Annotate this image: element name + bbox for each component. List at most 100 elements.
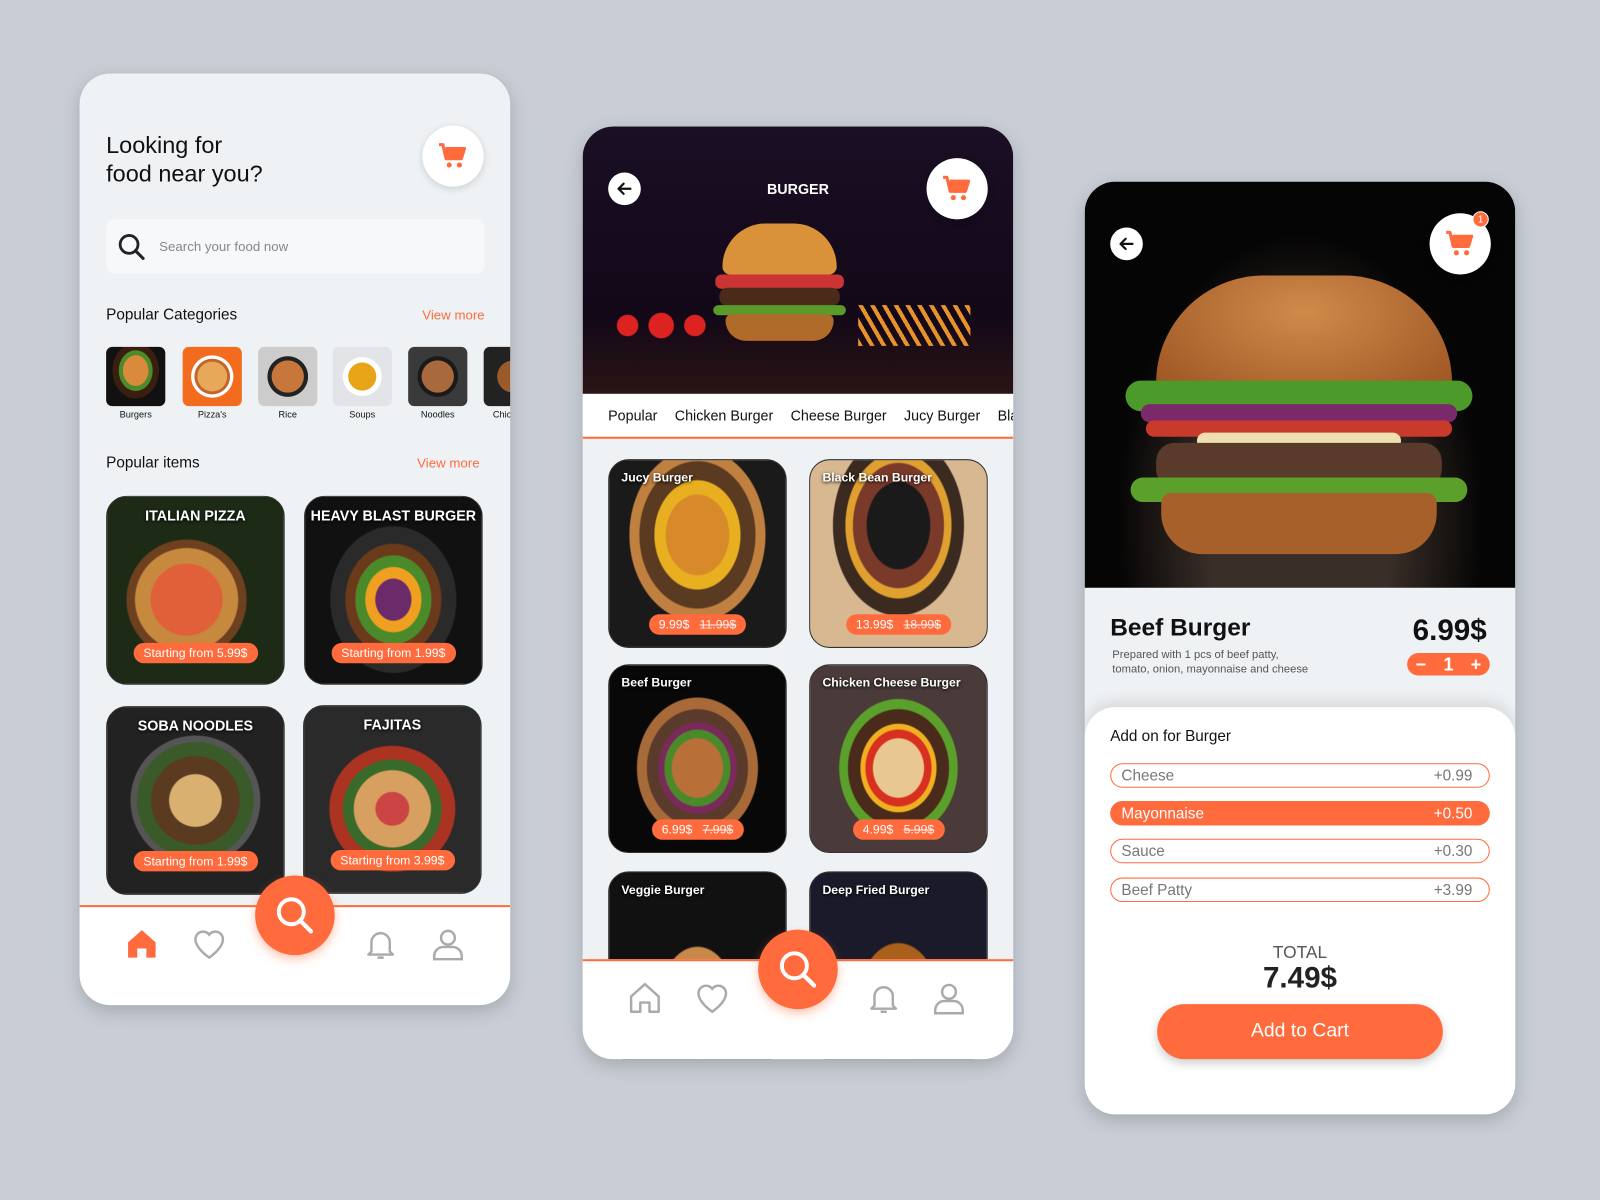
cart-icon [438,141,469,172]
addon-mayonnaise[interactable]: Mayonnaise +0.50 [1110,801,1490,826]
back-arrow-icon [1116,234,1136,254]
product-card[interactable]: Jucy Burger 9.99$ 11.99$ [608,459,787,648]
addon-cheese[interactable]: Cheese +0.99 [1110,763,1490,788]
category-label: Pizza's [197,409,227,420]
home-icon[interactable] [627,980,664,1017]
item-price: Starting from 1.99$ [331,642,456,664]
cart-badge: 1 [1472,211,1489,228]
product-price: 13.99$ [855,617,894,632]
addon-sauce[interactable]: Sauce +0.30 [1110,838,1490,864]
item-title: HEAVY BLAST BURGER [310,507,477,524]
item-card[interactable]: ITALIAN PIZZA Starting from 5.99$ [106,495,285,685]
item-card[interactable]: SOBA NOODLES Starting from 1.99$ [106,706,285,895]
category-label: Burgers [119,409,152,420]
increase-button[interactable]: + [1471,654,1482,675]
add-to-cart-button[interactable]: Add to Cart [1157,1004,1443,1060]
item-price: Starting from 1.99$ [133,851,258,872]
bell-icon[interactable] [865,980,902,1017]
tab-cheese-burger[interactable]: Cheese Burger [791,407,887,423]
product-card[interactable]: Black Bean Burger 13.99$ 18.99$ [809,459,988,648]
home-screen: Looking for food near you? Search your f… [79,73,511,1006]
addon-price: +0.99 [1433,766,1473,785]
page-title: Looking for food near you? [106,131,263,188]
description-line: Prepared with 1 pcs of beef patty, [1112,648,1279,662]
category-label: Soups [349,409,376,420]
search-button[interactable] [255,875,335,956]
category-pizzas[interactable]: Pizza's [182,346,242,420]
category-label: Chic [492,409,511,420]
item-card[interactable]: HEAVY BLAST BURGER Starting from 1.99$ [304,495,483,685]
product-description: Prepared with 1 pcs of beef patty, tomat… [1112,648,1308,677]
product-name: Deep Fried Burger [822,882,930,897]
search-icon [116,231,147,262]
user-icon[interactable] [430,926,467,963]
product-old-price: 5.99$ [903,822,935,837]
addon-beef-patty[interactable]: Beef Patty +3.99 [1110,877,1490,903]
category-image [332,346,392,407]
tab-popular[interactable]: Popular [608,407,657,423]
bell-icon[interactable] [362,926,399,963]
cart-button[interactable] [926,158,988,220]
product-card[interactable]: Chicken Cheese Burger 4.99$ 5.99$ [809,664,988,854]
search-icon [777,948,820,991]
title-line: Looking for [106,131,223,159]
search-input[interactable]: Search your food now [106,219,485,274]
product-name: Veggie Burger [621,882,705,897]
view-more-link[interactable]: View more [422,307,484,322]
section-heading: Popular Categories [106,306,238,324]
category-rice[interactable]: Rice [258,346,318,420]
addon-name: Cheese [1121,766,1175,785]
item-title: ITALIAN PIZZA [145,507,246,524]
cart-icon [1445,229,1476,260]
category-chicken[interactable]: Chic [483,346,511,420]
product-old-price: 18.99$ [903,617,942,632]
user-icon[interactable] [931,980,968,1017]
cart-button[interactable]: 1 [1429,211,1491,275]
category-soups[interactable]: Soups [332,346,392,420]
product-price: 6.99$ [661,822,693,837]
section-heading: Add on for Burger [1110,727,1232,745]
product-name: Beef Burger [621,675,692,690]
category-burgers[interactable]: Burgers [106,346,166,420]
tab-chicken-burger[interactable]: Chicken Burger [675,407,773,423]
total-label: TOTAL [1272,942,1328,963]
category-label: Rice [278,409,297,420]
item-title: FAJITAS [363,716,422,733]
tab-black-bean-burger[interactable]: Blac [998,407,1014,423]
product-name: Chicken Cheese Burger [822,675,961,690]
cart-button[interactable] [422,125,484,187]
addon-name: Sauce [1121,842,1165,860]
category-label: Noodles [420,409,455,420]
product-name: Beef Burger [1110,614,1251,642]
category-image [182,346,242,407]
product-card[interactable]: Beef Burger 6.99$ 7.99$ [608,664,787,854]
category-noodles[interactable]: Noodles [408,346,468,420]
title-line: food near you? [106,160,263,187]
category-image [106,346,166,407]
product-old-price: 11.99$ [699,617,737,632]
total-value: 7.49$ [1262,962,1338,995]
section-heading: Popular items [106,454,200,472]
view-more-link[interactable]: View more [417,455,479,470]
category-image [258,346,318,407]
category-tabs: Popular Chicken Burger Cheese Burger Juc… [582,393,1014,439]
item-title: SOBA NOODLES [137,717,254,734]
product-name: Jucy Burger [621,470,693,485]
category-image [408,346,468,407]
addons-sheet: Add on for Burger Cheese +0.99 Mayonnaise… [1084,707,1516,1115]
product-old-price: 7.99$ [702,822,734,837]
back-button[interactable] [1110,227,1143,261]
heart-icon[interactable] [191,926,228,963]
item-price: Starting from 5.99$ [133,642,258,664]
search-placeholder: Search your food now [159,238,289,255]
item-card[interactable]: FAJITAS Starting from 3.99$ [303,705,482,894]
heart-icon[interactable] [694,980,731,1017]
product-price: 4.99$ [862,822,894,837]
category-image [483,346,511,407]
decrease-button[interactable]: − [1416,654,1427,675]
tab-jucy-burger[interactable]: Jucy Burger [904,407,980,423]
search-button[interactable] [758,929,838,1010]
product-price: 6.99$ [1412,614,1487,647]
home-icon[interactable] [123,926,160,963]
quantity-value: 1 [1443,653,1454,674]
